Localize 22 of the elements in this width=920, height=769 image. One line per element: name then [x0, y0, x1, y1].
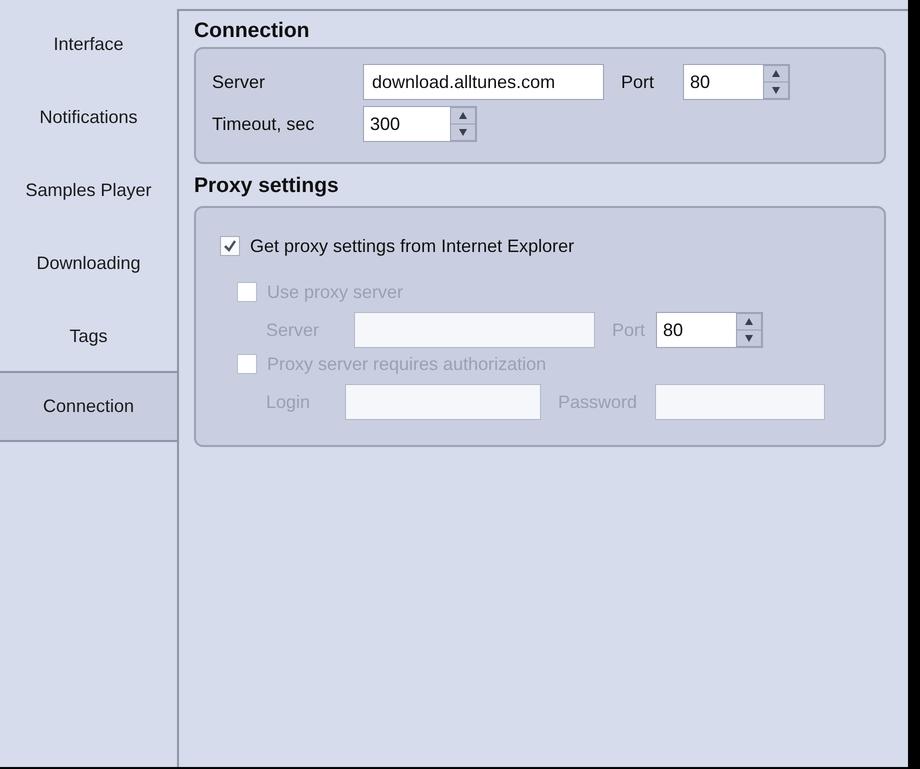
- checkbox-label: Get proxy settings from Internet Explorer: [250, 236, 574, 256]
- sidebar-item[interactable]: Downloading: [0, 227, 177, 300]
- spin-box[interactable]: 80: [683, 64, 790, 100]
- spin-box[interactable]: 300: [363, 106, 477, 142]
- spin-arrows-icon: [450, 107, 476, 141]
- spin-arrows-icon: [736, 313, 762, 347]
- input-field[interactable]: [345, 384, 541, 420]
- field-label: Timeout, sec: [212, 114, 316, 134]
- checkbox[interactable]: [220, 236, 240, 256]
- section-title: Proxy settings: [194, 174, 340, 199]
- input-field[interactable]: [354, 312, 595, 348]
- sidebar-item[interactable]: Tags: [0, 300, 177, 373]
- field-label: Server: [212, 72, 266, 92]
- sidebar-item[interactable]: Notifications: [0, 81, 177, 154]
- input-field[interactable]: download.alltunes.com: [363, 64, 604, 100]
- field-label: Port: [621, 72, 656, 92]
- section-title: Connection: [194, 19, 310, 44]
- spin-arrows-icon: [763, 65, 789, 99]
- input-field[interactable]: [655, 384, 825, 420]
- sidebar-item[interactable]: Interface: [0, 8, 177, 81]
- sidebar-item[interactable]: Connection: [0, 371, 177, 442]
- sidebar-item[interactable]: Samples Player: [0, 154, 177, 227]
